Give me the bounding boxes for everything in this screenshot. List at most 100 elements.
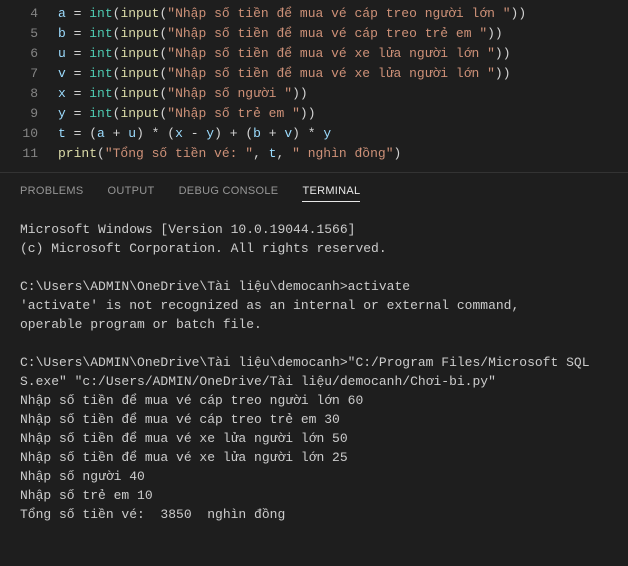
token: x [58,86,66,101]
line-number: 4 [0,4,58,24]
token: " nghìn đồng" [292,146,393,161]
token: input [120,106,159,121]
token: t [58,126,66,141]
tab-output[interactable]: OUTPUT [108,181,155,202]
token: )) [487,26,503,41]
token: + [261,126,284,141]
code-line[interactable]: 4a = int(input("Nhập số tiền để mua vé c… [0,4,628,24]
code-content[interactable]: v = int(input("Nhập số tiền để mua vé xe… [58,64,628,84]
token: = [66,106,89,121]
token: int [89,86,112,101]
token: = [66,66,89,81]
token: )) [300,106,316,121]
token: int [89,6,112,21]
code-line[interactable]: 11print("Tổng số tiền vé: ", t, " nghìn … [0,144,628,164]
terminal-line: C:\Users\ADMIN\OneDrive\Tài liệu\democan… [20,277,608,296]
tab-problems[interactable]: PROBLEMS [20,181,84,202]
token: , [276,146,292,161]
terminal-output[interactable]: Microsoft Windows [Version 10.0.19044.15… [0,210,628,534]
token: "Nhập số tiền để mua vé xe lửa người lớn… [167,46,495,61]
token: )) [511,6,527,21]
token: int [89,66,112,81]
terminal-line: Nhập số tiền để mua vé cáp treo người lớ… [20,391,608,410]
token: ) * ( [136,126,175,141]
token: = [66,46,89,61]
terminal-line: 'activate' is not recognized as an inter… [20,296,608,315]
token: ) + ( [214,126,253,141]
token: , [253,146,269,161]
code-line[interactable]: 5b = int(input("Nhập số tiền để mua vé c… [0,24,628,44]
line-number: 11 [0,144,58,164]
code-content[interactable]: u = int(input("Nhập số tiền để mua vé xe… [58,44,628,64]
token: y [206,126,214,141]
code-line[interactable]: 9y = int(input("Nhập số trẻ em ")) [0,104,628,124]
token: "Nhập số tiền để mua vé cáp treo người l… [167,6,510,21]
token: )) [292,86,308,101]
terminal-line: Nhập số trẻ em 10 [20,486,608,505]
token: y [323,126,331,141]
code-content[interactable]: print("Tổng số tiền vé: ", t, " nghìn đồ… [58,144,628,164]
token: v [284,126,292,141]
token: input [120,86,159,101]
token: int [89,106,112,121]
token: "Nhập số người " [167,86,292,101]
token: = [66,86,89,101]
token: int [89,46,112,61]
token: input [120,26,159,41]
token: )) [495,46,511,61]
token: b [58,26,66,41]
terminal-line [20,334,608,353]
token: + [105,126,128,141]
token: "Nhập số trẻ em " [167,106,300,121]
token: )) [495,66,511,81]
code-editor[interactable]: 4a = int(input("Nhập số tiền để mua vé c… [0,0,628,172]
code-content[interactable]: t = (a + u) * (x - y) + (b + v) * y [58,124,628,144]
token: ) * [292,126,323,141]
terminal-line: Nhập số người 40 [20,467,608,486]
token: ) [394,146,402,161]
token: input [120,66,159,81]
token: v [58,66,66,81]
token: a [97,126,105,141]
line-number: 5 [0,24,58,44]
token: = [66,6,89,21]
code-line[interactable]: 10t = (a + u) * (x - y) + (b + v) * y [0,124,628,144]
tab-terminal[interactable]: TERMINAL [302,181,360,202]
token: - [183,126,206,141]
token: u [128,126,136,141]
line-number: 8 [0,84,58,104]
token: = [66,26,89,41]
code-content[interactable]: y = int(input("Nhập số trẻ em ")) [58,104,628,124]
terminal-line: operable program or batch file. [20,315,608,334]
terminal-line: Tổng số tiền vé: 3850 nghìn đồng [20,505,608,524]
line-number: 7 [0,64,58,84]
code-content[interactable]: b = int(input("Nhập số tiền để mua vé cá… [58,24,628,44]
code-line[interactable]: 6u = int(input("Nhập số tiền để mua vé x… [0,44,628,64]
token: b [253,126,261,141]
line-number: 9 [0,104,58,124]
token: "Nhập số tiền để mua vé xe lửa người lớn… [167,66,495,81]
line-number: 10 [0,124,58,144]
terminal-line: Nhập số tiền để mua vé cáp treo trẻ em 3… [20,410,608,429]
token: x [175,126,183,141]
token: input [120,6,159,21]
code-line[interactable]: 8x = int(input("Nhập số người ")) [0,84,628,104]
token: u [58,46,66,61]
line-number: 6 [0,44,58,64]
token: y [58,106,66,121]
token: a [58,6,66,21]
code-content[interactable]: a = int(input("Nhập số tiền để mua vé cá… [58,4,628,24]
token: "Nhập số tiền để mua vé cáp treo trẻ em … [167,26,487,41]
code-line[interactable]: 7v = int(input("Nhập số tiền để mua vé x… [0,64,628,84]
terminal-line: C:\Users\ADMIN\OneDrive\Tài liệu\democan… [20,353,608,391]
token: = ( [66,126,97,141]
terminal-line: Nhập số tiền để mua vé xe lửa người lớn … [20,448,608,467]
code-content[interactable]: x = int(input("Nhập số người ")) [58,84,628,104]
token: print [58,146,97,161]
terminal-line: Microsoft Windows [Version 10.0.19044.15… [20,220,608,239]
token: "Tổng số tiền vé: " [105,146,253,161]
terminal-line: (c) Microsoft Corporation. All rights re… [20,239,608,258]
token: ( [97,146,105,161]
panel-tabs: PROBLEMS OUTPUT DEBUG CONSOLE TERMINAL [0,172,628,210]
tab-debug-console[interactable]: DEBUG CONSOLE [179,181,279,202]
